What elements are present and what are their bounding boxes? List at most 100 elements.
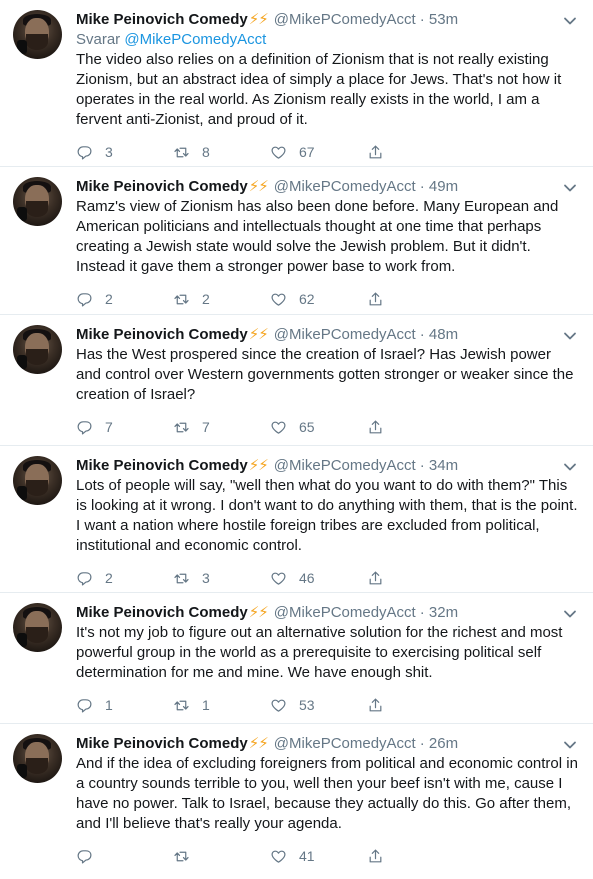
like-button[interactable]: 65 xyxy=(270,419,367,436)
share-button[interactable] xyxy=(367,570,384,587)
share-button[interactable] xyxy=(367,848,384,865)
share-button[interactable] xyxy=(367,419,384,436)
avatar[interactable] xyxy=(13,325,62,374)
replying-prefix: Svarar xyxy=(76,31,121,48)
display-name[interactable]: Mike Peinovich Comedy xyxy=(76,11,248,28)
retweet-count: 3 xyxy=(202,570,210,586)
avatar[interactable] xyxy=(13,734,62,783)
chevron-down-icon[interactable] xyxy=(561,327,579,345)
tweet[interactable]: Mike Peinovich Comedy ⚡⚡ @MikePComedyAcc… xyxy=(0,724,593,879)
timestamp[interactable]: · 32m xyxy=(420,604,458,621)
retweet-icon xyxy=(174,700,189,710)
tweet[interactable]: Mike Peinovich Comedy ⚡⚡ @MikePComedyAcc… xyxy=(0,0,593,167)
heart-icon xyxy=(271,421,286,434)
retweet-button[interactable]: 2 xyxy=(173,291,270,308)
tweet-header: Mike Peinovich Comedy ⚡⚡ @MikePComedyAcc… xyxy=(76,603,579,622)
user-handle[interactable]: @MikePComedyAcct xyxy=(274,11,416,28)
timestamp[interactable]: · 53m xyxy=(420,11,458,28)
like-button[interactable]: 46 xyxy=(270,570,367,587)
like-button[interactable]: 62 xyxy=(270,291,367,308)
chevron-down-icon[interactable] xyxy=(561,12,579,30)
retweet-button[interactable]: 8 xyxy=(173,144,270,161)
reply-icon xyxy=(77,292,92,306)
reply-button[interactable]: 7 xyxy=(76,419,173,436)
avatar[interactable] xyxy=(13,10,62,59)
lightning-emoji: ⚡⚡ xyxy=(248,457,269,474)
tweet-actions: 3 8 67 xyxy=(76,142,579,162)
share-button[interactable] xyxy=(367,291,384,308)
lightning-emoji: ⚡⚡ xyxy=(248,178,269,195)
tweet-header: Mike Peinovich Comedy ⚡⚡ @MikePComedyAcc… xyxy=(76,325,579,344)
user-handle[interactable]: @MikePComedyAcct xyxy=(274,457,416,474)
user-handle[interactable]: @MikePComedyAcct xyxy=(274,326,416,343)
lightning-emoji: ⚡⚡ xyxy=(248,11,269,28)
user-handle[interactable]: @MikePComedyAcct xyxy=(274,178,416,195)
chevron-down-icon[interactable] xyxy=(561,458,579,476)
like-count: 67 xyxy=(299,144,315,160)
tweet-feed: Mike Peinovich Comedy ⚡⚡ @MikePComedyAcc… xyxy=(0,0,593,879)
like-count: 46 xyxy=(299,570,315,586)
tweet-text: Ramz's view of Zionism has also been don… xyxy=(76,198,559,275)
timestamp[interactable]: · 34m xyxy=(420,457,458,474)
reply-icon xyxy=(77,145,92,159)
display-name[interactable]: Mike Peinovich Comedy xyxy=(76,604,248,621)
retweet-button[interactable]: 1 xyxy=(173,697,270,714)
user-handle[interactable]: @MikePComedyAcct xyxy=(274,735,416,752)
display-name[interactable]: Mike Peinovich Comedy xyxy=(76,457,248,474)
reply-button[interactable]: 2 xyxy=(76,570,173,587)
like-button[interactable]: 67 xyxy=(270,144,367,161)
lightning-emoji: ⚡⚡ xyxy=(248,735,269,752)
share-button[interactable] xyxy=(367,697,384,714)
timestamp[interactable]: · 48m xyxy=(420,326,458,343)
retweet-icon xyxy=(174,851,189,861)
heart-icon xyxy=(271,293,286,306)
tweet-text: The video also relies on a definition of… xyxy=(76,51,562,128)
timestamp[interactable]: · 49m xyxy=(420,178,458,195)
display-name[interactable]: Mike Peinovich Comedy xyxy=(76,326,248,343)
tweet-actions: 1 1 53 xyxy=(76,695,579,715)
share-icon xyxy=(369,420,382,433)
like-button[interactable]: 53 xyxy=(270,697,367,714)
replying-mention-link[interactable]: @MikePComedyAcct xyxy=(124,31,266,48)
tweet-actions: 2 2 62 xyxy=(76,289,579,309)
reply-button[interactable] xyxy=(76,848,173,865)
reply-button[interactable]: 2 xyxy=(76,291,173,308)
like-button[interactable]: 41 xyxy=(270,848,367,865)
avatar[interactable] xyxy=(13,177,62,226)
tweet-text: Lots of people will say, "well then what… xyxy=(76,477,578,554)
heart-icon xyxy=(271,850,286,863)
retweet-count: 7 xyxy=(202,419,210,435)
share-icon xyxy=(369,571,382,584)
chevron-down-icon[interactable] xyxy=(561,736,579,754)
avatar[interactable] xyxy=(13,603,62,652)
share-icon xyxy=(369,292,382,305)
display-name[interactable]: Mike Peinovich Comedy xyxy=(76,735,248,752)
retweet-button[interactable]: 7 xyxy=(173,419,270,436)
chevron-down-icon[interactable] xyxy=(561,605,579,623)
reply-button[interactable]: 1 xyxy=(76,697,173,714)
like-count: 62 xyxy=(299,291,315,307)
tweet-actions: 41 xyxy=(76,846,579,866)
chevron-down-icon[interactable] xyxy=(561,179,579,197)
tweet-actions: 7 7 65 xyxy=(76,417,579,437)
timestamp[interactable]: · 26m xyxy=(420,735,458,752)
retweet-button[interactable] xyxy=(173,848,270,865)
share-icon xyxy=(369,698,382,711)
tweet-actions: 2 3 46 xyxy=(76,568,579,588)
tweet-header: Mike Peinovich Comedy ⚡⚡ @MikePComedyAcc… xyxy=(76,734,579,753)
reply-button[interactable]: 3 xyxy=(76,144,173,161)
like-count: 41 xyxy=(299,848,315,864)
tweet[interactable]: Mike Peinovich Comedy ⚡⚡ @MikePComedyAcc… xyxy=(0,167,593,315)
tweet-text: And if the idea of excluding foreigners … xyxy=(76,755,578,832)
display-name[interactable]: Mike Peinovich Comedy xyxy=(76,178,248,195)
tweet[interactable]: Mike Peinovich Comedy ⚡⚡ @MikePComedyAcc… xyxy=(0,593,593,724)
tweet[interactable]: Mike Peinovich Comedy ⚡⚡ @MikePComedyAcc… xyxy=(0,315,593,446)
tweet[interactable]: Mike Peinovich Comedy ⚡⚡ @MikePComedyAcc… xyxy=(0,446,593,593)
retweet-count: 2 xyxy=(202,291,210,307)
lightning-emoji: ⚡⚡ xyxy=(248,326,269,343)
avatar[interactable] xyxy=(13,456,62,505)
reply-icon xyxy=(77,849,92,863)
share-button[interactable] xyxy=(367,144,384,161)
user-handle[interactable]: @MikePComedyAcct xyxy=(274,604,416,621)
retweet-button[interactable]: 3 xyxy=(173,570,270,587)
